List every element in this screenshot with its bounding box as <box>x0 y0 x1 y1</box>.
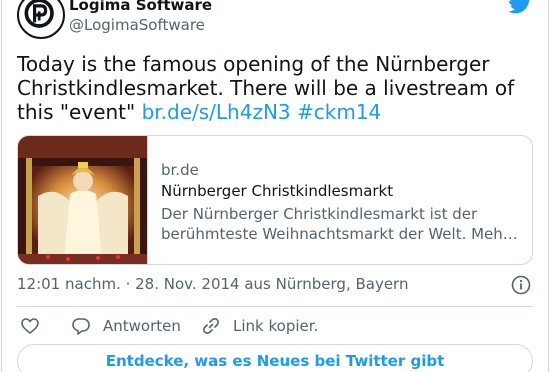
twitter-bird-icon[interactable] <box>508 0 532 14</box>
tweet-timestamp[interactable]: 12:01 nachm. · 28. Nov. 2014 aus Nürnber… <box>17 275 408 293</box>
author-handle[interactable]: @LogimaSoftware <box>69 16 205 34</box>
copy-link-label: Link kopier. <box>233 317 319 335</box>
like-button[interactable] <box>20 314 52 338</box>
christkind-photo <box>18 136 147 264</box>
copy-link-button[interactable]: Link kopier. <box>201 314 318 338</box>
link-icon <box>203 318 219 334</box>
reply-button[interactable]: Antworten <box>71 314 181 338</box>
author-name[interactable]: Logima Software <box>69 0 212 14</box>
reply-label: Antworten <box>103 317 181 335</box>
reply-bubble-icon <box>72 318 90 335</box>
link-preview-image <box>18 136 148 264</box>
divider <box>17 306 533 307</box>
heart-icon <box>21 318 39 334</box>
logima-logo-icon <box>24 0 54 28</box>
link-preview-description: Der Nürnberger Christkindlesmarkt ist de… <box>161 205 518 243</box>
avatar[interactable] <box>17 0 65 39</box>
tweet-link[interactable]: br.de/s/Lh4zN3 <box>142 100 291 124</box>
tweet-text: Today is the famous opening of the Nürnb… <box>17 52 537 124</box>
link-preview-title: Nürnberger Christkindlesmarkt <box>161 182 394 200</box>
link-preview-domain: br.de <box>161 161 199 179</box>
info-icon[interactable] <box>511 275 531 295</box>
tweet-hashtag[interactable]: #ckm14 <box>297 100 381 124</box>
discover-button[interactable]: Entdecke, was es Neues bei Twitter gibt <box>17 344 533 372</box>
link-preview-card[interactable]: br.de Nürnberger Christkindlesmarkt Der … <box>17 135 533 265</box>
